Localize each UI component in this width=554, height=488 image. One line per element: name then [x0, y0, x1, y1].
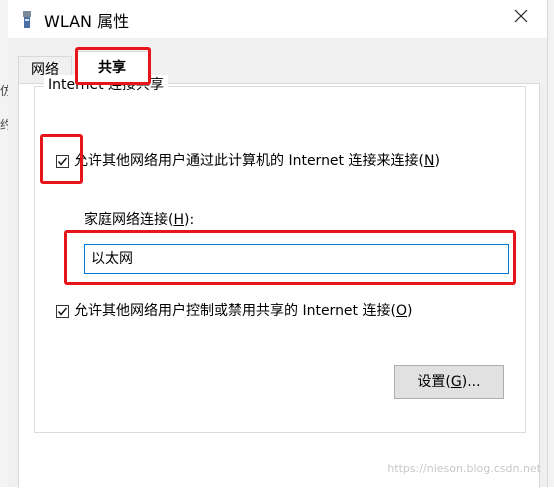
label-text: 允许其他网络用户控制或禁用共享的 Internet 连接( — [74, 303, 396, 319]
mnemonic: N — [423, 153, 435, 169]
title-bar: WLAN 属性 — [8, 0, 547, 38]
close-icon — [514, 9, 528, 27]
label-text: 家庭网络连接( — [84, 212, 174, 228]
mnemonic: G — [450, 374, 462, 390]
label-text: ) — [434, 153, 440, 169]
wifi-adapter-icon — [22, 11, 32, 29]
window-title: WLAN 属性 — [44, 12, 130, 31]
label-text: ) — [406, 303, 413, 319]
label-text: 设置( — [417, 374, 451, 390]
label-text: ): — [184, 212, 195, 228]
allow-share-checkbox[interactable] — [56, 155, 69, 168]
label-text: )... — [461, 374, 481, 390]
label-text: 允许其他网络用户通过此计算机的 Internet 连接来连接( — [74, 153, 424, 169]
allow-control-checkbox[interactable] — [56, 305, 69, 318]
watermark: https://nieson.blog.csdn.net — [387, 462, 541, 475]
settings-button[interactable]: 设置(G)... — [394, 365, 504, 399]
home-network-select[interactable]: 以太网 — [84, 244, 509, 274]
tab-sharing[interactable]: 共享 — [75, 51, 149, 84]
close-button[interactable] — [501, 2, 541, 34]
allow-share-label: 允许其他网络用户通过此计算机的 Internet 连接来连接(N) — [74, 152, 440, 170]
mnemonic: O — [395, 303, 407, 319]
allow-control-label: 允许其他网络用户控制或禁用共享的 Internet 连接(O) — [74, 302, 412, 320]
background-window-right — [547, 0, 554, 487]
home-network-label: 家庭网络连接(H): — [84, 211, 194, 229]
mnemonic: H — [173, 212, 184, 228]
wlan-properties-dialog: WLAN 属性 网络 共享 Internet 连接共享 允许其他网络用户通过此计… — [8, 0, 547, 488]
